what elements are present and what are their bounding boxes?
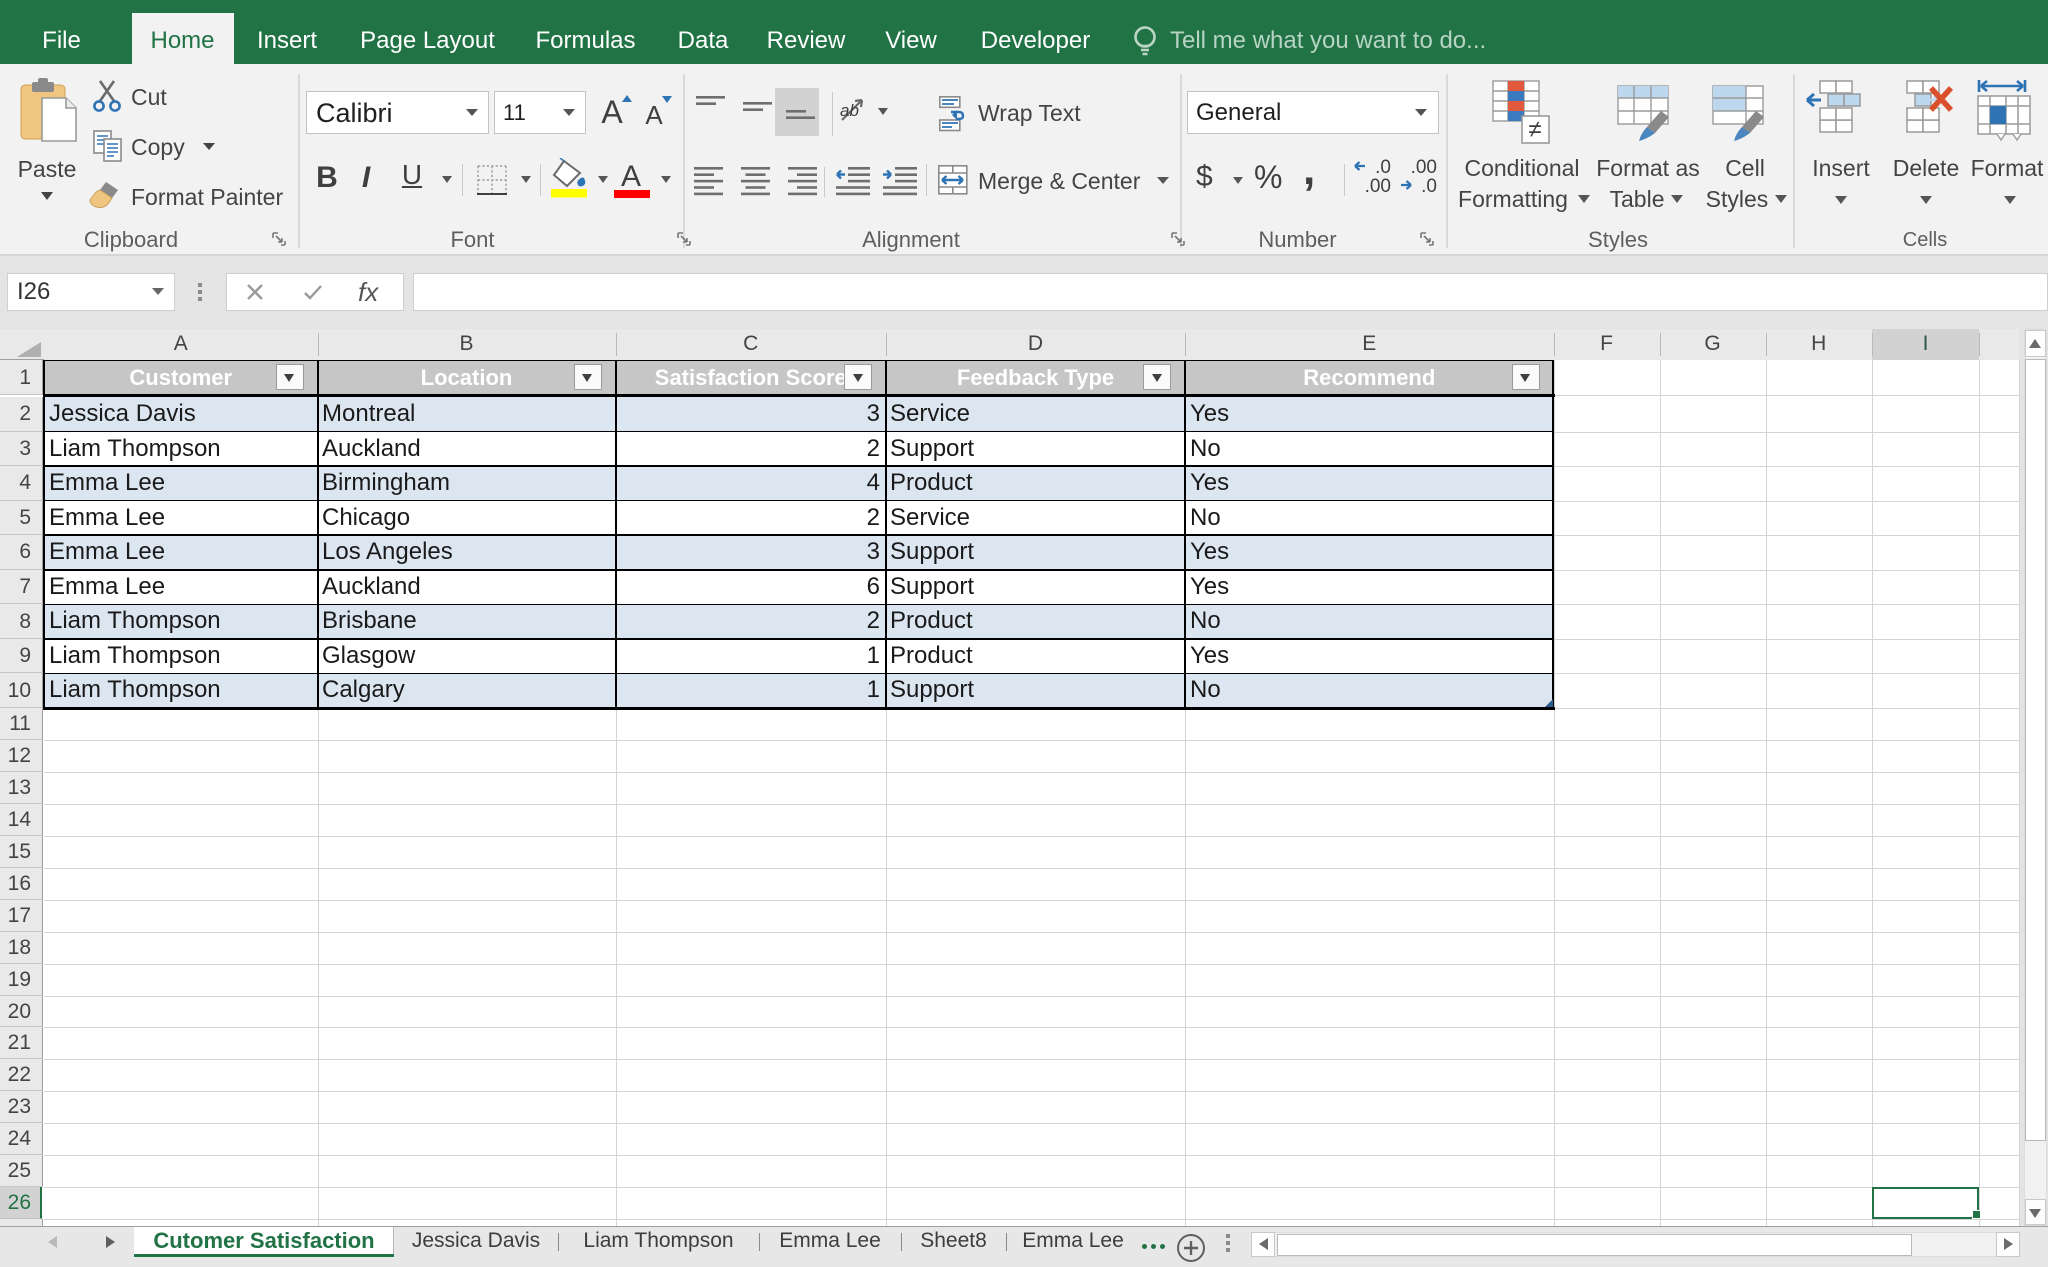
- svg-text:≠: ≠: [1528, 116, 1541, 143]
- svg-text:ab: ab: [840, 101, 859, 120]
- svg-text:.00: .00: [1411, 158, 1437, 178]
- svg-text:.00: .00: [1365, 176, 1391, 197]
- svg-text:A: A: [621, 160, 641, 193]
- svg-text:.0: .0: [1375, 158, 1391, 178]
- svg-text:.0: .0: [1421, 176, 1437, 197]
